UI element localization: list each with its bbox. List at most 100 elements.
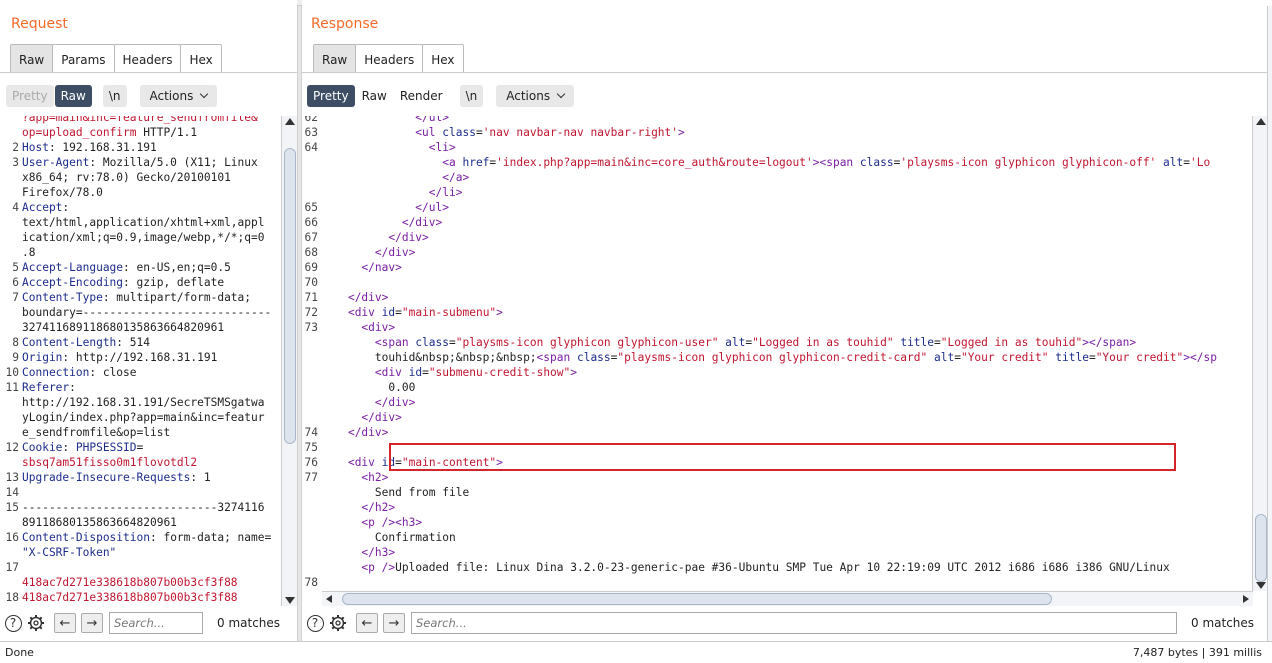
gear-icon[interactable] [328,613,348,633]
scroll-thumb[interactable] [1255,514,1267,582]
response-raw-button[interactable]: Raw [356,85,393,107]
previous-match-button[interactable]: ← [54,613,76,633]
code-token: e_sendfromfile&op=list [22,426,171,439]
code-text: </ul> [321,200,449,215]
right-edge-scrollbar[interactable] [1267,6,1272,641]
request-search-input[interactable]: Search... [109,612,203,634]
response-tab-raw[interactable]: Raw [313,44,357,72]
code-token: > [496,306,503,319]
scroll-down-icon[interactable] [1256,582,1266,589]
response-actions-button[interactable]: Actions [496,85,575,107]
scroll-left-icon[interactable] [326,595,332,603]
code-token: : 192.168.31.191 [48,141,157,154]
next-match-button[interactable]: → [81,613,103,633]
code-token: HTTP/1.1 [136,126,198,139]
next-match-button[interactable]: → [383,613,405,633]
gear-icon[interactable] [26,613,46,633]
code-token: Content-Length [22,336,117,349]
code-text: <span class="playsms-icon glyphicon glyp… [321,335,1136,350]
code-text: <a href = 'index.php?app=main&inc=core_aut… [321,155,1210,170]
code-token: -----------------------------3274116 [22,501,265,514]
response-newline-button[interactable]: \n [459,85,484,107]
code-line: 89118680135863664820961 [0,515,280,530]
code-text: Host: 192.168.31.191 [22,140,157,155]
code-text: ication/xml;q=0.9,image/webp,*/*;q=0 [22,230,264,245]
code-token: Host [22,141,49,154]
code-line: 70 [302,275,1252,290]
code-text: </h2> [321,500,395,515]
line-number: 70 [304,276,318,289]
request-tab-raw[interactable]: Raw [10,44,54,72]
request-vertical-scrollbar[interactable] [281,116,297,606]
request-raw-button[interactable]: Raw [54,85,92,107]
response-horizontal-scrollbar[interactable] [322,591,1253,606]
code-line: 418ac7d271e338618b807b00b3cf3f88 [0,575,280,590]
help-icon[interactable]: ? [3,613,23,633]
request-newline-button[interactable]: \n [102,85,127,107]
code-line: op=upload_confirm HTTP/1.1 [0,125,280,140]
scroll-right-icon[interactable] [1243,595,1249,603]
code-line: 67 </div> [302,230,1252,245]
line-number: 11 [5,381,19,394]
scroll-up-icon[interactable] [285,118,295,125]
response-search-input[interactable]: Search... [411,612,1177,634]
code-line: ication/xml;q=0.9,image/webp,*/*;q=0 [0,230,280,245]
code-text: op=upload_confirm HTTP/1.1 [22,125,197,140]
scroll-down-icon[interactable] [285,597,295,604]
code-token: id [381,306,396,319]
line-number [302,530,321,545]
code-token: yLogin/index.php?app=main&inc=featur [22,411,265,424]
line-number: 9 [12,351,19,364]
response-tab-hex[interactable]: Hex [422,44,464,72]
code-line: <a href = 'index.php?app=main&inc=core_aut… [302,155,1252,170]
line-number [0,116,22,125]
line-number [0,185,22,200]
code-text: -----------------------------3274116 [22,500,264,515]
request-tab-params[interactable]: Params [52,44,115,72]
line-number: 68 [304,246,318,259]
line-number: 64 [304,141,318,154]
response-render-button[interactable]: Render [394,85,449,107]
code-token: "submenu-credit-show" [428,366,571,379]
code-text: -----------------------------3274116 [22,605,264,606]
line-number [0,305,22,320]
response-vertical-scrollbar[interactable] [1252,116,1268,591]
request-editor[interactable]: ?app=main&inc=feature_sendfromfile& op=up… [0,116,280,606]
request-pretty-button[interactable]: Pretty [6,85,54,107]
code-token: id [408,366,423,379]
previous-match-button[interactable]: ← [356,613,378,633]
code-text: </ul> [321,116,449,125]
scroll-thumb[interactable] [284,148,296,444]
code-line: </div> [302,395,1252,410]
code-token: </div> [401,216,443,229]
code-text: 418ac7d271e338618b807b00b3cf3f88 [22,590,238,605]
line-number: 6 [12,276,19,289]
code-line: 9 Origin: http://192.168.31.191 [0,350,280,365]
code-text: "X-CSRF-Token" [22,545,116,560]
code-text: Connection: close [22,365,137,380]
code-text: e_sendfromfile&op=list [22,425,170,440]
code-token: <div [347,306,382,319]
request-tab-headers[interactable]: Headers [113,44,182,72]
scroll-up-icon[interactable] [1256,118,1266,125]
code-token: : multipart/form-data; [102,291,252,304]
help-icon[interactable]: ? [305,613,325,633]
response-editor[interactable]: 62 </ul> 63 <ul class='nav navbar-nav nav… [302,116,1252,591]
line-number [302,500,321,515]
response-pretty-button[interactable]: Pretty [307,85,355,107]
code-token: > [678,126,685,139]
code-token: <div [374,366,409,379]
code-token: Confirmation [374,531,456,544]
request-toolbar: Pretty Raw \n Actions [6,85,218,107]
horizontal-scroll-thumb[interactable] [342,593,1052,605]
request-tab-hex[interactable]: Hex [180,44,222,72]
response-tab-headers[interactable]: Headers [355,44,424,72]
code-token: : [69,381,76,394]
response-matches-count: 0 matches [1191,616,1255,630]
request-actions-button[interactable]: Actions [139,85,218,107]
